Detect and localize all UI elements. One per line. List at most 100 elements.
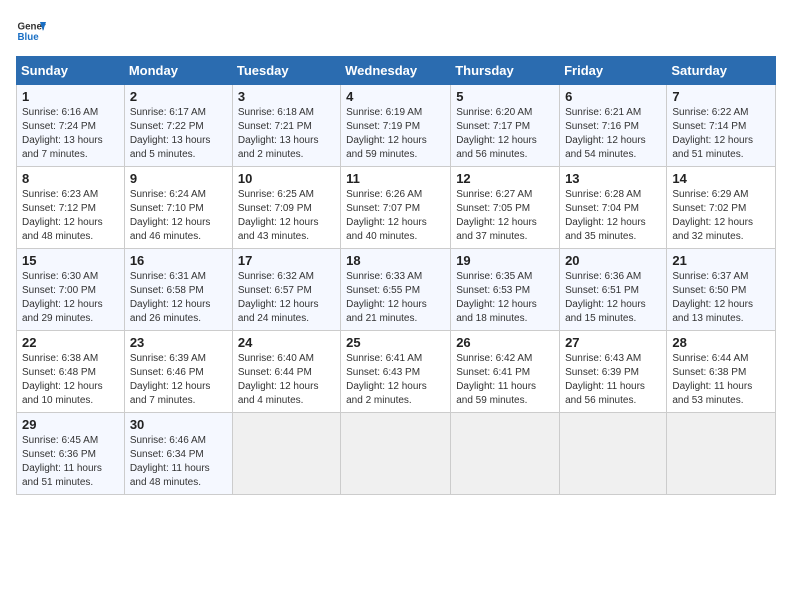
calendar-cell: 11 Sunrise: 6:26 AMSunset: 7:07 PMDaylig… [341, 167, 451, 249]
weekday-header-thursday: Thursday [451, 57, 560, 85]
calendar-cell: 29 Sunrise: 6:45 AMSunset: 6:36 PMDaylig… [17, 413, 125, 495]
day-number: 16 [130, 253, 227, 268]
day-number: 27 [565, 335, 661, 350]
calendar-cell: 24 Sunrise: 6:40 AMSunset: 6:44 PMDaylig… [232, 331, 340, 413]
day-info: Sunrise: 6:35 AMSunset: 6:53 PMDaylight:… [456, 271, 537, 324]
calendar-cell [341, 413, 451, 495]
calendar-cell: 6 Sunrise: 6:21 AMSunset: 7:16 PMDayligh… [560, 85, 667, 167]
calendar-cell: 25 Sunrise: 6:41 AMSunset: 6:43 PMDaylig… [341, 331, 451, 413]
day-info: Sunrise: 6:25 AMSunset: 7:09 PMDaylight:… [238, 189, 319, 242]
calendar-cell: 13 Sunrise: 6:28 AMSunset: 7:04 PMDaylig… [560, 167, 667, 249]
calendar-cell [232, 413, 340, 495]
day-number: 6 [565, 89, 661, 104]
day-number: 12 [456, 171, 554, 186]
day-number: 30 [130, 417, 227, 432]
day-number: 28 [672, 335, 770, 350]
day-info: Sunrise: 6:23 AMSunset: 7:12 PMDaylight:… [22, 189, 103, 242]
weekday-header-monday: Monday [124, 57, 232, 85]
day-number: 11 [346, 171, 445, 186]
day-number: 2 [130, 89, 227, 104]
calendar-table: SundayMondayTuesdayWednesdayThursdayFrid… [16, 56, 776, 495]
calendar-week-row: 1 Sunrise: 6:16 AMSunset: 7:24 PMDayligh… [17, 85, 776, 167]
weekday-header-friday: Friday [560, 57, 667, 85]
calendar-cell: 17 Sunrise: 6:32 AMSunset: 6:57 PMDaylig… [232, 249, 340, 331]
calendar-cell: 15 Sunrise: 6:30 AMSunset: 7:00 PMDaylig… [17, 249, 125, 331]
day-info: Sunrise: 6:26 AMSunset: 7:07 PMDaylight:… [346, 189, 427, 242]
day-info: Sunrise: 6:43 AMSunset: 6:39 PMDaylight:… [565, 353, 645, 406]
calendar-cell: 8 Sunrise: 6:23 AMSunset: 7:12 PMDayligh… [17, 167, 125, 249]
calendar-cell: 22 Sunrise: 6:38 AMSunset: 6:48 PMDaylig… [17, 331, 125, 413]
weekday-header-sunday: Sunday [17, 57, 125, 85]
day-info: Sunrise: 6:17 AMSunset: 7:22 PMDaylight:… [130, 107, 211, 160]
day-info: Sunrise: 6:16 AMSunset: 7:24 PMDaylight:… [22, 107, 103, 160]
day-number: 19 [456, 253, 554, 268]
calendar-week-row: 22 Sunrise: 6:38 AMSunset: 6:48 PMDaylig… [17, 331, 776, 413]
calendar-week-row: 15 Sunrise: 6:30 AMSunset: 7:00 PMDaylig… [17, 249, 776, 331]
calendar-cell: 28 Sunrise: 6:44 AMSunset: 6:38 PMDaylig… [667, 331, 776, 413]
day-number: 26 [456, 335, 554, 350]
day-info: Sunrise: 6:22 AMSunset: 7:14 PMDaylight:… [672, 107, 753, 160]
day-info: Sunrise: 6:21 AMSunset: 7:16 PMDaylight:… [565, 107, 646, 160]
day-info: Sunrise: 6:45 AMSunset: 6:36 PMDaylight:… [22, 435, 102, 488]
day-number: 7 [672, 89, 770, 104]
calendar-cell: 23 Sunrise: 6:39 AMSunset: 6:46 PMDaylig… [124, 331, 232, 413]
day-info: Sunrise: 6:32 AMSunset: 6:57 PMDaylight:… [238, 271, 319, 324]
day-number: 21 [672, 253, 770, 268]
calendar-cell: 10 Sunrise: 6:25 AMSunset: 7:09 PMDaylig… [232, 167, 340, 249]
day-info: Sunrise: 6:38 AMSunset: 6:48 PMDaylight:… [22, 353, 103, 406]
day-number: 14 [672, 171, 770, 186]
weekday-header-tuesday: Tuesday [232, 57, 340, 85]
day-info: Sunrise: 6:27 AMSunset: 7:05 PMDaylight:… [456, 189, 537, 242]
calendar-cell: 1 Sunrise: 6:16 AMSunset: 7:24 PMDayligh… [17, 85, 125, 167]
day-info: Sunrise: 6:18 AMSunset: 7:21 PMDaylight:… [238, 107, 319, 160]
svg-text:Blue: Blue [18, 32, 40, 43]
day-number: 17 [238, 253, 335, 268]
day-info: Sunrise: 6:42 AMSunset: 6:41 PMDaylight:… [456, 353, 536, 406]
day-number: 3 [238, 89, 335, 104]
day-number: 22 [22, 335, 119, 350]
day-number: 24 [238, 335, 335, 350]
calendar-cell [560, 413, 667, 495]
calendar-week-row: 8 Sunrise: 6:23 AMSunset: 7:12 PMDayligh… [17, 167, 776, 249]
calendar-cell: 12 Sunrise: 6:27 AMSunset: 7:05 PMDaylig… [451, 167, 560, 249]
day-info: Sunrise: 6:24 AMSunset: 7:10 PMDaylight:… [130, 189, 211, 242]
day-number: 4 [346, 89, 445, 104]
day-info: Sunrise: 6:44 AMSunset: 6:38 PMDaylight:… [672, 353, 752, 406]
day-info: Sunrise: 6:20 AMSunset: 7:17 PMDaylight:… [456, 107, 537, 160]
day-info: Sunrise: 6:33 AMSunset: 6:55 PMDaylight:… [346, 271, 427, 324]
day-number: 25 [346, 335, 445, 350]
calendar-cell: 9 Sunrise: 6:24 AMSunset: 7:10 PMDayligh… [124, 167, 232, 249]
calendar-week-row: 29 Sunrise: 6:45 AMSunset: 6:36 PMDaylig… [17, 413, 776, 495]
calendar-cell: 7 Sunrise: 6:22 AMSunset: 7:14 PMDayligh… [667, 85, 776, 167]
day-info: Sunrise: 6:31 AMSunset: 6:58 PMDaylight:… [130, 271, 211, 324]
day-number: 5 [456, 89, 554, 104]
weekday-header-row: SundayMondayTuesdayWednesdayThursdayFrid… [17, 57, 776, 85]
day-number: 1 [22, 89, 119, 104]
day-info: Sunrise: 6:29 AMSunset: 7:02 PMDaylight:… [672, 189, 753, 242]
day-info: Sunrise: 6:36 AMSunset: 6:51 PMDaylight:… [565, 271, 646, 324]
day-number: 18 [346, 253, 445, 268]
calendar-cell: 19 Sunrise: 6:35 AMSunset: 6:53 PMDaylig… [451, 249, 560, 331]
day-number: 23 [130, 335, 227, 350]
calendar-cell: 18 Sunrise: 6:33 AMSunset: 6:55 PMDaylig… [341, 249, 451, 331]
day-info: Sunrise: 6:28 AMSunset: 7:04 PMDaylight:… [565, 189, 646, 242]
day-info: Sunrise: 6:41 AMSunset: 6:43 PMDaylight:… [346, 353, 427, 406]
day-info: Sunrise: 6:40 AMSunset: 6:44 PMDaylight:… [238, 353, 319, 406]
calendar-cell: 3 Sunrise: 6:18 AMSunset: 7:21 PMDayligh… [232, 85, 340, 167]
calendar-cell: 4 Sunrise: 6:19 AMSunset: 7:19 PMDayligh… [341, 85, 451, 167]
day-number: 20 [565, 253, 661, 268]
day-info: Sunrise: 6:46 AMSunset: 6:34 PMDaylight:… [130, 435, 210, 488]
day-info: Sunrise: 6:37 AMSunset: 6:50 PMDaylight:… [672, 271, 753, 324]
day-info: Sunrise: 6:30 AMSunset: 7:00 PMDaylight:… [22, 271, 103, 324]
calendar-cell: 5 Sunrise: 6:20 AMSunset: 7:17 PMDayligh… [451, 85, 560, 167]
day-number: 9 [130, 171, 227, 186]
calendar-cell [451, 413, 560, 495]
calendar-cell: 20 Sunrise: 6:36 AMSunset: 6:51 PMDaylig… [560, 249, 667, 331]
logo: General Blue [16, 16, 46, 46]
calendar-cell: 14 Sunrise: 6:29 AMSunset: 7:02 PMDaylig… [667, 167, 776, 249]
logo-icon: General Blue [16, 16, 46, 46]
day-number: 13 [565, 171, 661, 186]
day-number: 10 [238, 171, 335, 186]
calendar-cell: 27 Sunrise: 6:43 AMSunset: 6:39 PMDaylig… [560, 331, 667, 413]
page-header: General Blue [16, 16, 776, 46]
